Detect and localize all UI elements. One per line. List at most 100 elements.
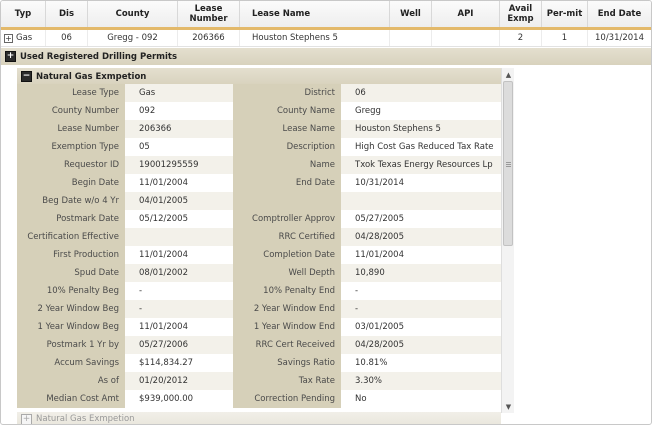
detail-value: 10.81% [355,358,388,368]
detail-value: 206366 [139,124,172,134]
natural-gas-section-header-2[interactable]: + Natural Gas Exmpetion [17,412,501,424]
detail-label: Beg Date w/o 4 Yr [17,192,125,210]
row-permit: 1 [542,30,588,46]
detail-label: Requestor ID [17,156,125,174]
detail-value: 19001295559 [139,160,199,170]
detail-label: Lease Name [233,120,341,138]
detail-label: RRC Cert Received [233,336,341,354]
row-dis: 06 [46,30,88,46]
detail-label: End Date [233,174,341,192]
column-header-typ[interactable]: Typ [1,1,46,27]
detail-label: Lease Number [17,120,125,138]
expand-section-icon[interactable]: + [5,51,16,62]
detail-row: Median Cost Amt $939,000.00 Correction Pen… [17,390,501,408]
detail-value: 05/12/2005 [139,214,188,224]
details-scrollbar[interactable]: ▲ ▼ [501,68,514,413]
detail-value: - [355,286,359,296]
detail-label [233,192,341,210]
detail-label: Correction Pending [233,390,341,408]
column-header-well[interactable]: Well [390,1,432,27]
expand-section-icon[interactable]: + [21,413,32,424]
detail-row: 10% Penalty Beg - 10% Penalty End - [17,282,501,300]
detail-value: 05/27/2005 [355,214,404,224]
detail-label: Begin Date [17,174,125,192]
scroll-up-arrow-icon[interactable]: ▲ [503,69,514,80]
detail-value: 05/27/2006 [139,340,188,350]
detail-label: Completion Date [233,246,341,264]
row-lease-number: 206366 [178,30,240,46]
table-row[interactable]: + Gas 06 Gregg - 092 206366 Houston Step… [1,30,651,47]
column-header-dis[interactable]: Dis [46,1,88,27]
detail-value: 08/01/2002 [139,268,188,278]
detail-value: 03/01/2005 [355,322,404,332]
detail-value: Houston Stephens 5 [355,124,441,134]
detail-row: Beg Date w/o 4 Yr 04/01/2005 [17,192,501,210]
detail-value: 3.30% [355,376,383,386]
detail-row: County Number 092 County Name Gregg [17,102,501,120]
detail-value: 092 [139,106,156,116]
row-api [432,30,500,46]
detail-value: 11/01/2004 [139,250,188,260]
detail-value: $114,834.27 [139,358,194,368]
detail-row: As of 01/20/2012 Tax Rate 3.30% [17,372,501,390]
used-permits-section-header[interactable]: + Used Registered Drilling Permits [1,48,651,65]
detail-label: Description [233,138,341,156]
detail-label: 10% Penalty Beg [17,282,125,300]
detail-value: 10,890 [355,268,385,278]
detail-label: District [233,84,341,102]
detail-row: Lease Number 206366 Lease Name Houston Step… [17,120,501,138]
detail-label: Tax Rate [233,372,341,390]
natural-gas-section-title: Natural Gas Exmpetion [36,71,147,82]
column-header-lease-number[interactable]: Lease Number [178,1,240,27]
column-header-permit[interactable]: Per-mit [542,1,588,27]
detail-value: Gregg [355,106,381,116]
results-table-header: Typ Dis County Lease Number Lease Name W… [1,1,651,28]
row-avail-exmp: 2 [500,30,542,46]
detail-value: High Cost Gas Reduced Tax Rate [355,142,494,152]
column-header-api[interactable]: API [432,1,500,27]
detail-row: Requestor ID 19001295559 Name Txok Texas En… [17,156,501,174]
detail-row: 2 Year Window Beg - 2 Year Window End - [17,300,501,318]
collapse-section-icon[interactable]: − [21,71,32,82]
detail-label: First Production [17,246,125,264]
detail-value: 01/20/2012 [139,376,188,386]
detail-row: Certification Effective RRC Certified 04/2… [17,228,501,246]
detail-label: Certification Effective [17,228,125,246]
detail-value: - [139,304,143,314]
detail-label: Exemption Type [17,138,125,156]
used-permits-section-title: Used Registered Drilling Permits [20,51,178,62]
natural-gas-section-header[interactable]: − Natural Gas Exmpetion [17,68,501,85]
detail-value [125,228,233,246]
detail-label: As of [17,372,125,390]
row-well [390,30,432,46]
column-header-county[interactable]: County [88,1,178,27]
detail-label: RRC Certified [233,228,341,246]
scroll-down-arrow-icon[interactable]: ▼ [503,401,514,412]
expand-row-icon[interactable]: + [4,33,13,43]
detail-row: First Production 11/01/2004 Completion Dat… [17,246,501,264]
detail-value: 10/31/2014 [355,178,404,188]
detail-label: Well Depth [233,264,341,282]
column-header-lease-name[interactable]: Lease Name [240,1,390,27]
detail-label: Postmark 1 Yr by [17,336,125,354]
detail-value: 11/01/2004 [139,178,188,188]
detail-value: 06 [355,88,366,98]
detail-row: Postmark 1 Yr by 05/27/2006 RRC Cert Recei… [17,336,501,354]
detail-label: County Number [17,102,125,120]
detail-row: Accum Savings $114,834.27 Savings Ratio 10.… [17,354,501,372]
detail-label: Lease Type [17,84,125,102]
detail-label: Comptroller Approv [233,210,341,228]
scrollbar-thumb[interactable] [503,81,513,246]
detail-label: Savings Ratio [233,354,341,372]
detail-value: - [355,304,359,314]
column-header-end-date[interactable]: End Date [588,1,651,27]
detail-value: $939,000.00 [139,394,194,404]
column-header-avail-exmp[interactable]: Avail Exmp [500,1,542,27]
detail-label: 1 Year Window Beg [17,318,125,336]
detail-label: Accum Savings [17,354,125,372]
row-lease-name: Houston Stephens 5 [240,30,390,46]
detail-label: Spud Date [17,264,125,282]
natural-gas-section-title-2: Natural Gas Exmpetion [36,414,135,424]
detail-value: 04/01/2005 [139,196,188,206]
detail-row: Spud Date 08/01/2002 Well Depth 10,890 [17,264,501,282]
